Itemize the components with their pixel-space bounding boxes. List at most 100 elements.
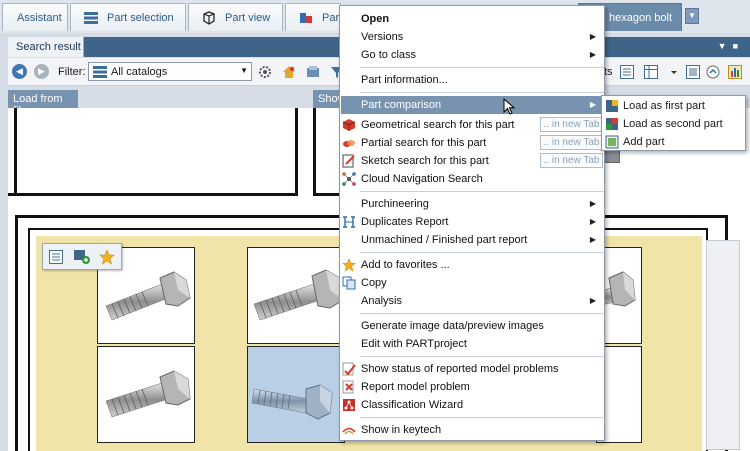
- load-first-icon: [606, 100, 618, 112]
- sketch-search-icon: [342, 154, 355, 168]
- menu-separator: [360, 417, 604, 418]
- part-view-label: Part view: [225, 11, 271, 24]
- submenu-arrow-icon: ▶: [589, 32, 596, 41]
- menu-item-analysis[interactable]: Analysis ▶: [341, 292, 604, 310]
- status-icon: [342, 362, 356, 376]
- mouse-cursor-icon: [503, 98, 516, 115]
- hexagon-bolt-image: [105, 370, 191, 418]
- chevron-down-icon: ▼: [240, 66, 248, 75]
- tab-part-view[interactable]: Part view: [188, 3, 283, 31]
- catalog-icon: [93, 65, 107, 78]
- menu-item-show-in-keytech[interactable]: Show in keytech: [341, 421, 604, 439]
- tab-search-result[interactable]: Search result: [8, 37, 84, 57]
- assistant-label: Assistant: [17, 11, 62, 24]
- part-context-menu: Open Versions ▶ Go to class ▶ Part informa…: [339, 5, 605, 441]
- forward-button[interactable]: ▶: [34, 64, 49, 79]
- part-view-icon: [203, 10, 215, 25]
- menu-item-show-status[interactable]: Show status of reported model problems: [341, 360, 604, 378]
- part-tile[interactable]: [247, 247, 345, 344]
- par-label: Par: [322, 11, 340, 24]
- chevron-down-icon[interactable]: [670, 65, 678, 79]
- frame-line: [14, 108, 17, 194]
- wizard-icon: [343, 399, 355, 411]
- submenu-arrow-icon: ▶: [589, 296, 596, 305]
- panel-controls: ▼■: [718, 41, 744, 51]
- maximize-icon[interactable]: ■: [733, 41, 744, 51]
- menu-item-generate-image[interactable]: Generate image data/preview images: [341, 317, 604, 335]
- part-selection-icon: [84, 11, 98, 24]
- hexagon-bolt-label: hexagon bolt: [609, 11, 672, 24]
- star-icon[interactable]: [99, 249, 115, 265]
- tab-list-dropdown[interactable]: ▼: [685, 8, 699, 24]
- part-comparison-submenu: Load as first part Load as second part A…: [601, 95, 746, 151]
- menu-item-part-information[interactable]: Part information...: [341, 71, 604, 89]
- submenu-arrow-icon: ▶: [589, 100, 596, 109]
- menu-item-duplicates-report[interactable]: Duplicates Report ▶: [341, 213, 604, 231]
- menu-separator: [360, 356, 604, 357]
- submenu-arrow-icon: ▶: [589, 199, 596, 208]
- add-to-basket-icon[interactable]: [73, 249, 91, 265]
- hexagon-bolt-image: [253, 269, 344, 321]
- menu-separator: [360, 191, 604, 192]
- panel-menu-icon[interactable]: ▼: [718, 41, 733, 51]
- star-icon: [342, 258, 356, 272]
- catalog-filter-select[interactable]: All catalogs ▼: [88, 62, 252, 81]
- part-selection-label: Part selection: [107, 11, 174, 24]
- chart-view-icon[interactable]: [728, 65, 742, 79]
- menu-separator: [360, 252, 604, 253]
- menu-item-add-to-favorites[interactable]: Add to favorites ...: [341, 256, 604, 274]
- chevron-down-icon: ▼: [688, 11, 696, 20]
- report-icon: [342, 380, 354, 394]
- menu-item-open[interactable]: Open: [341, 10, 604, 28]
- menu-item-purchineering[interactable]: Purchineering ▶: [341, 195, 604, 213]
- menu-item-partial-search[interactable]: Partial search for this part .. in new T…: [341, 134, 604, 152]
- menu-item-classification-wizard[interactable]: Classification Wizard: [341, 396, 604, 414]
- menu-item-geometrical-search[interactable]: Geometrical search for this part .. in n…: [341, 116, 604, 134]
- submenu-arrow-icon: ▶: [589, 217, 596, 226]
- geometric-search-icon: [342, 119, 356, 131]
- menu-separator: [360, 313, 604, 314]
- back-button[interactable]: ◀: [12, 64, 27, 79]
- cloud-icon[interactable]: [706, 65, 720, 79]
- details-icon[interactable]: [49, 250, 63, 264]
- submenu-item-load-second[interactable]: Load as second part: [603, 115, 745, 133]
- list-view-icon[interactable]: [620, 65, 634, 79]
- table-view-icon[interactable]: [644, 65, 658, 79]
- copy-icon: [342, 276, 356, 290]
- submenu-arrow-icon: ▶: [589, 50, 596, 59]
- submenu-item-add-part[interactable]: Add part: [603, 133, 745, 151]
- menu-item-versions[interactable]: Versions ▶: [341, 28, 604, 46]
- folder-icon[interactable]: [306, 65, 320, 79]
- part-tile[interactable]: [97, 346, 195, 443]
- part-tile-selected[interactable]: [247, 346, 345, 443]
- menu-item-copy[interactable]: Copy: [341, 274, 604, 292]
- arrow-left-icon: ◀: [16, 66, 23, 76]
- menu-separator: [360, 67, 604, 68]
- menu-item-part-comparison[interactable]: Part comparison ▶: [341, 96, 604, 114]
- submenu-item-load-first[interactable]: Load as first part: [603, 97, 745, 115]
- menu-separator: [360, 92, 604, 93]
- menu-item-sketch-search[interactable]: Sketch search for this part .. in new Ta…: [341, 152, 604, 170]
- menu-item-unmachined-report[interactable]: Unmachined / Finished part report ▶: [341, 231, 604, 249]
- open-in-new-tab-button[interactable]: .. in new Tab: [540, 117, 603, 132]
- tab-assistant[interactable]: Assistant: [2, 3, 68, 31]
- result-frame-left: [8, 108, 298, 196]
- menu-item-cloud-navigation[interactable]: Cloud Navigation Search: [341, 170, 604, 188]
- open-in-new-tab-button[interactable]: .. in new Tab: [540, 153, 603, 168]
- tab-par[interactable]: Par: [285, 3, 341, 31]
- tab-part-selection[interactable]: Part selection: [70, 3, 186, 31]
- grid-view-icon[interactable]: [686, 65, 700, 79]
- arrow-right-icon: ▶: [38, 66, 45, 76]
- load-second-icon: [606, 118, 618, 130]
- cloud-navigation-icon: [342, 172, 356, 186]
- toolbar-partial-text: ts: [604, 66, 613, 78]
- vertical-scrollbar[interactable]: [706, 240, 740, 450]
- load-from-file-button[interactable]: Load from file: [8, 90, 78, 117]
- menu-item-edit-partproject[interactable]: Edit with PARTproject: [341, 335, 604, 353]
- open-in-new-tab-button[interactable]: .. in new Tab: [540, 135, 603, 150]
- menu-item-go-to-class[interactable]: Go to class ▶: [341, 46, 604, 64]
- home-star-icon[interactable]: [282, 65, 296, 79]
- settings-gear-icon[interactable]: [258, 65, 272, 79]
- menu-item-report-problem[interactable]: Report model problem: [341, 378, 604, 396]
- duplicates-icon: [343, 216, 355, 228]
